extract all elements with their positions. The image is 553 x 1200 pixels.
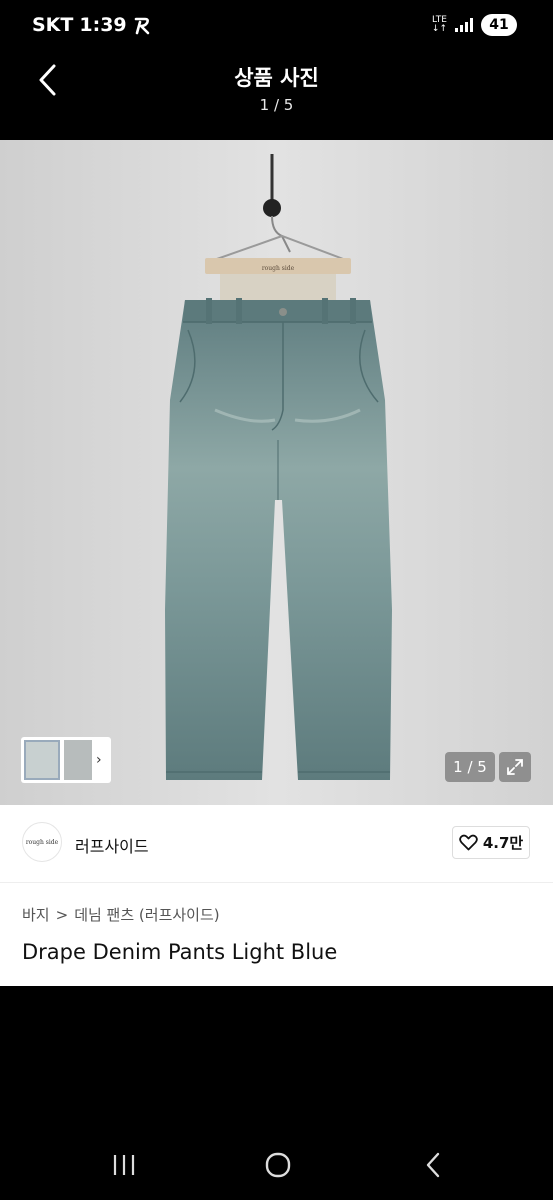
recent-apps-button[interactable] <box>99 1148 149 1182</box>
page-title: 상품 사진 <box>234 66 319 90</box>
brand-name[interactable]: 러프사이드 <box>75 833 149 857</box>
battery-icon: 41 <box>481 14 517 36</box>
breadcrumb-category[interactable]: 바지 <box>22 904 50 925</box>
hanger-label: rough side <box>262 265 295 272</box>
breadcrumb-separator: > <box>55 905 69 924</box>
thumbnail-strip[interactable]: › <box>21 737 111 783</box>
heart-icon <box>459 834 478 851</box>
system-back-button[interactable] <box>408 1148 458 1182</box>
status-left: SKT 1:39 <box>32 14 153 36</box>
clock: 1:39 <box>79 14 127 36</box>
network-indicator: LTE ↓↑ <box>432 16 447 34</box>
home-icon <box>265 1152 291 1178</box>
like-count: 4.7만 <box>482 834 524 852</box>
navigation-bar <box>0 1130 553 1200</box>
expand-icon <box>507 759 523 775</box>
header: 상품 사진 1 / 5 <box>0 54 553 140</box>
signal-icon <box>455 18 473 32</box>
photo-counter: 1 / 5 <box>259 96 294 114</box>
recent-apps-icon <box>113 1155 135 1175</box>
status-right: LTE ↓↑ 41 <box>432 14 517 36</box>
thumbnail-active[interactable] <box>24 740 60 780</box>
photo-counter-badge: 1 / 5 <box>445 752 495 782</box>
product-name: Drape Denim Pants Light Blue <box>22 940 338 964</box>
breadcrumb-subcategory[interactable]: 데님 팬츠 (러프사이드) <box>74 904 219 925</box>
brand-logo-text: rough side <box>25 838 59 846</box>
like-button[interactable]: 4.7만 <box>452 826 530 859</box>
hanger: rough side <box>205 258 351 274</box>
carrier-label: SKT <box>32 14 74 36</box>
brand-logo[interactable]: rough side <box>22 822 62 862</box>
chevron-right-icon: › <box>96 752 102 768</box>
product-photo[interactable]: rough side › 1 / 5 <box>0 140 553 805</box>
expand-button[interactable] <box>499 752 531 782</box>
home-button[interactable] <box>253 1148 303 1182</box>
data-arrows-icon: ↓↑ <box>431 24 447 34</box>
brand-row[interactable]: rough side 러프사이드 4.7만 <box>0 805 553 883</box>
app-notification-icon <box>134 17 149 35</box>
back-icon <box>426 1152 440 1178</box>
battery-level: 41 <box>489 17 509 33</box>
thumbnail[interactable] <box>64 740 92 780</box>
product-info-panel: rough side 러프사이드 4.7만 바지 > 데님 팬츠 (러프사이드)… <box>0 805 553 986</box>
jeans-image: rough side <box>0 140 553 805</box>
status-bar: SKT 1:39 LTE ↓↑ 41 <box>0 0 553 54</box>
breadcrumb: 바지 > 데님 팬츠 (러프사이드) <box>22 904 220 925</box>
